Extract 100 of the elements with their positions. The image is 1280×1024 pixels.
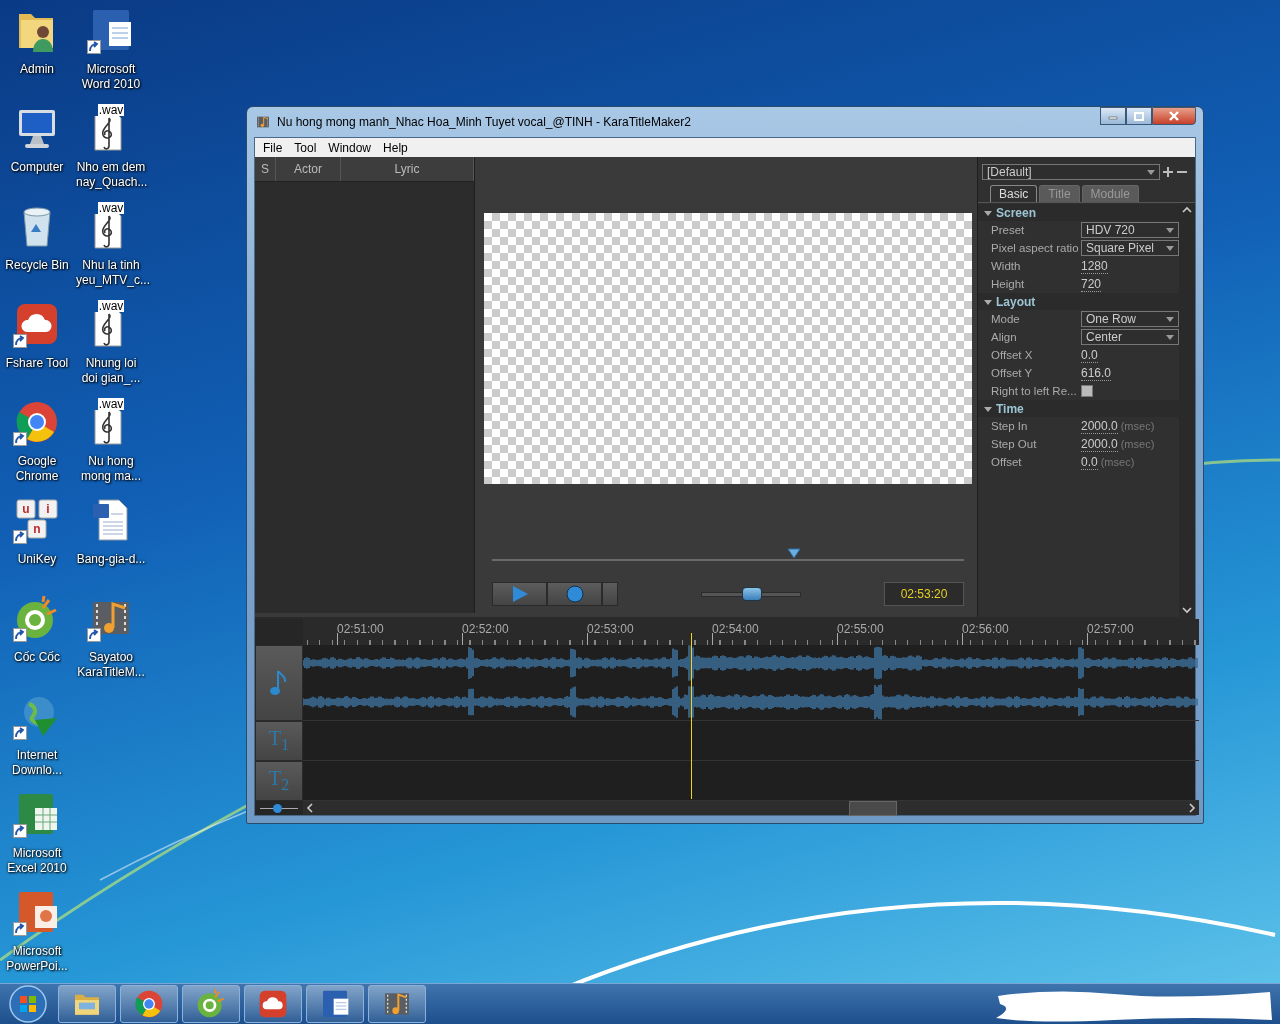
caret-icon: [1166, 317, 1174, 322]
property-dropdown[interactable]: Square Pixel: [1081, 240, 1179, 256]
property-label: Width: [991, 260, 1022, 272]
close-icon: [1168, 111, 1180, 121]
minimize-button[interactable]: [1100, 107, 1126, 125]
section-header[interactable]: Layout: [978, 293, 1179, 310]
property-label: Offset Y: [991, 367, 1034, 379]
section-header[interactable]: Screen: [978, 204, 1179, 221]
taskbar-button[interactable]: [368, 985, 426, 1023]
icon-label[interactable]: Nhung loi doi gian_...: [76, 356, 146, 386]
property-value-field[interactable]: 2000.0: [1081, 436, 1118, 452]
column-header[interactable]: Lyric: [341, 157, 474, 181]
file-extension-label: .wav: [97, 202, 125, 214]
icon-label[interactable]: Microsoft Word 2010: [76, 62, 146, 92]
ruler-time-label: 02:53:00: [587, 622, 634, 636]
close-button[interactable]: [1152, 107, 1196, 125]
property-value-field[interactable]: 0.0: [1081, 347, 1098, 363]
vertical-scrollbar[interactable]: [1179, 203, 1195, 617]
preset-dropdown[interactable]: [Default]: [982, 164, 1160, 180]
property-label: Step In: [991, 420, 1029, 432]
property-value-field[interactable]: 0.0: [1081, 454, 1098, 470]
maximize-icon: [1134, 111, 1144, 121]
maximize-button[interactable]: [1126, 107, 1152, 125]
slider-thumb[interactable]: [273, 803, 283, 813]
ruler-time-label: 02:52:00: [462, 622, 509, 636]
cloud-app-icon: [257, 988, 289, 1020]
menu-item[interactable]: Help: [377, 140, 414, 155]
collapse-arrow-icon: [984, 208, 992, 217]
menu-item[interactable]: Window: [322, 140, 378, 155]
icon-label[interactable]: Internet Downlo...: [2, 748, 72, 778]
icon-label[interactable]: UniKey: [2, 552, 72, 567]
taskbar-button[interactable]: [182, 985, 240, 1023]
property-dropdown[interactable]: HDV 720: [1081, 222, 1179, 238]
taskbar-button[interactable]: [244, 985, 302, 1023]
time-display: 02:53:20: [884, 582, 964, 606]
property-dropdown[interactable]: One Row: [1081, 311, 1179, 327]
icon-label[interactable]: Computer: [2, 160, 72, 175]
ring-logo-icon: [195, 988, 227, 1020]
icon-label[interactable]: Google Chrome: [2, 454, 72, 484]
tab[interactable]: Basic: [990, 185, 1038, 202]
file-extension-label: .wav: [97, 398, 125, 410]
column-header[interactable]: S: [255, 157, 276, 181]
add-icon[interactable]: [1162, 166, 1174, 178]
slider-thumb[interactable]: [742, 586, 762, 601]
section-header[interactable]: Time: [978, 400, 1179, 417]
property-label: Align: [991, 331, 1018, 343]
property-label: Right to left Re...: [991, 385, 1078, 397]
property-label: Height: [991, 278, 1026, 290]
start-button[interactable]: [8, 984, 48, 1024]
column-header[interactable]: Actor: [276, 157, 341, 181]
property-label: Pixel aspect ratio: [991, 242, 1080, 254]
music-note-icon: [269, 669, 289, 697]
property-label: Step Out: [991, 438, 1038, 450]
taskbar-button[interactable]: [120, 985, 178, 1023]
collapse-arrow-icon: [984, 404, 992, 413]
property-label: Offset: [991, 456, 1023, 468]
unit-label: (msec): [1100, 455, 1135, 468]
ruler-time-label: 02:51:00: [337, 622, 384, 636]
play-icon: [510, 585, 529, 603]
taskbar-button[interactable]: [306, 985, 364, 1023]
icon-label[interactable]: Bang-gia-d...: [76, 552, 146, 567]
menu-item[interactable]: File: [257, 140, 289, 155]
icon-label[interactable]: Admin: [2, 62, 72, 77]
icon-label[interactable]: Sayatoo KaraTitleM...: [76, 650, 146, 680]
property-value-field[interactable]: 1280: [1081, 258, 1108, 274]
horizontal-scrollbar[interactable]: [303, 801, 1199, 815]
record-button[interactable]: [547, 582, 602, 606]
property-label: Offset X: [991, 349, 1034, 361]
caret-icon: [1166, 335, 1174, 340]
browser-icon: [133, 988, 165, 1020]
icon-label[interactable]: Fshare Tool: [2, 356, 72, 371]
taskbar-button[interactable]: [58, 985, 116, 1023]
menu-item[interactable]: Tool: [288, 140, 323, 155]
play-button[interactable]: [492, 582, 547, 606]
ruler-time-label: 02:54:00: [712, 622, 759, 636]
time-ruler[interactable]: 02:51:00 02:52:00 02:53:00 02:54:00 02:55:00 02:56:00 02:57:00: [303, 619, 1199, 645]
property-value-field[interactable]: 616.0: [1081, 365, 1112, 381]
caret-icon: [1147, 170, 1155, 175]
unit-label: (msec): [1120, 437, 1155, 450]
property-label: Mode: [991, 313, 1021, 325]
caret-icon: [1166, 228, 1174, 233]
collapse-arrow-icon: [984, 297, 992, 306]
ruler-time-label: 02:56:00: [962, 622, 1009, 636]
property-dropdown[interactable]: Center: [1081, 329, 1179, 345]
record-icon: [565, 585, 584, 603]
unit-label: (msec): [1120, 419, 1155, 432]
checkbox[interactable]: [1081, 385, 1093, 397]
icon-label[interactable]: Nu hong mong ma...: [76, 454, 146, 484]
window-title: Nu hong mong manh_Nhac Hoa_Minh Tuyet vocal_@TINH - KaraTitleMaker2: [277, 115, 691, 129]
icon-label[interactable]: Recycle Bin: [2, 258, 72, 273]
property-value-field[interactable]: 2000.0: [1081, 418, 1118, 434]
icon-label[interactable]: Nho em dem nay_Quach...: [76, 160, 146, 190]
caret-icon: [1166, 246, 1174, 251]
file-extension-label: .wav: [97, 300, 125, 312]
property-label: Preset: [991, 224, 1026, 236]
property-value-field[interactable]: 720: [1081, 276, 1102, 292]
icon-label[interactable]: Cốc Cốc: [2, 650, 72, 665]
ruler-time-label: 02:55:00: [837, 622, 884, 636]
ruler-time-label: 02:57:00: [1087, 622, 1134, 636]
icon-label[interactable]: Microsoft Excel 2010: [2, 846, 72, 876]
